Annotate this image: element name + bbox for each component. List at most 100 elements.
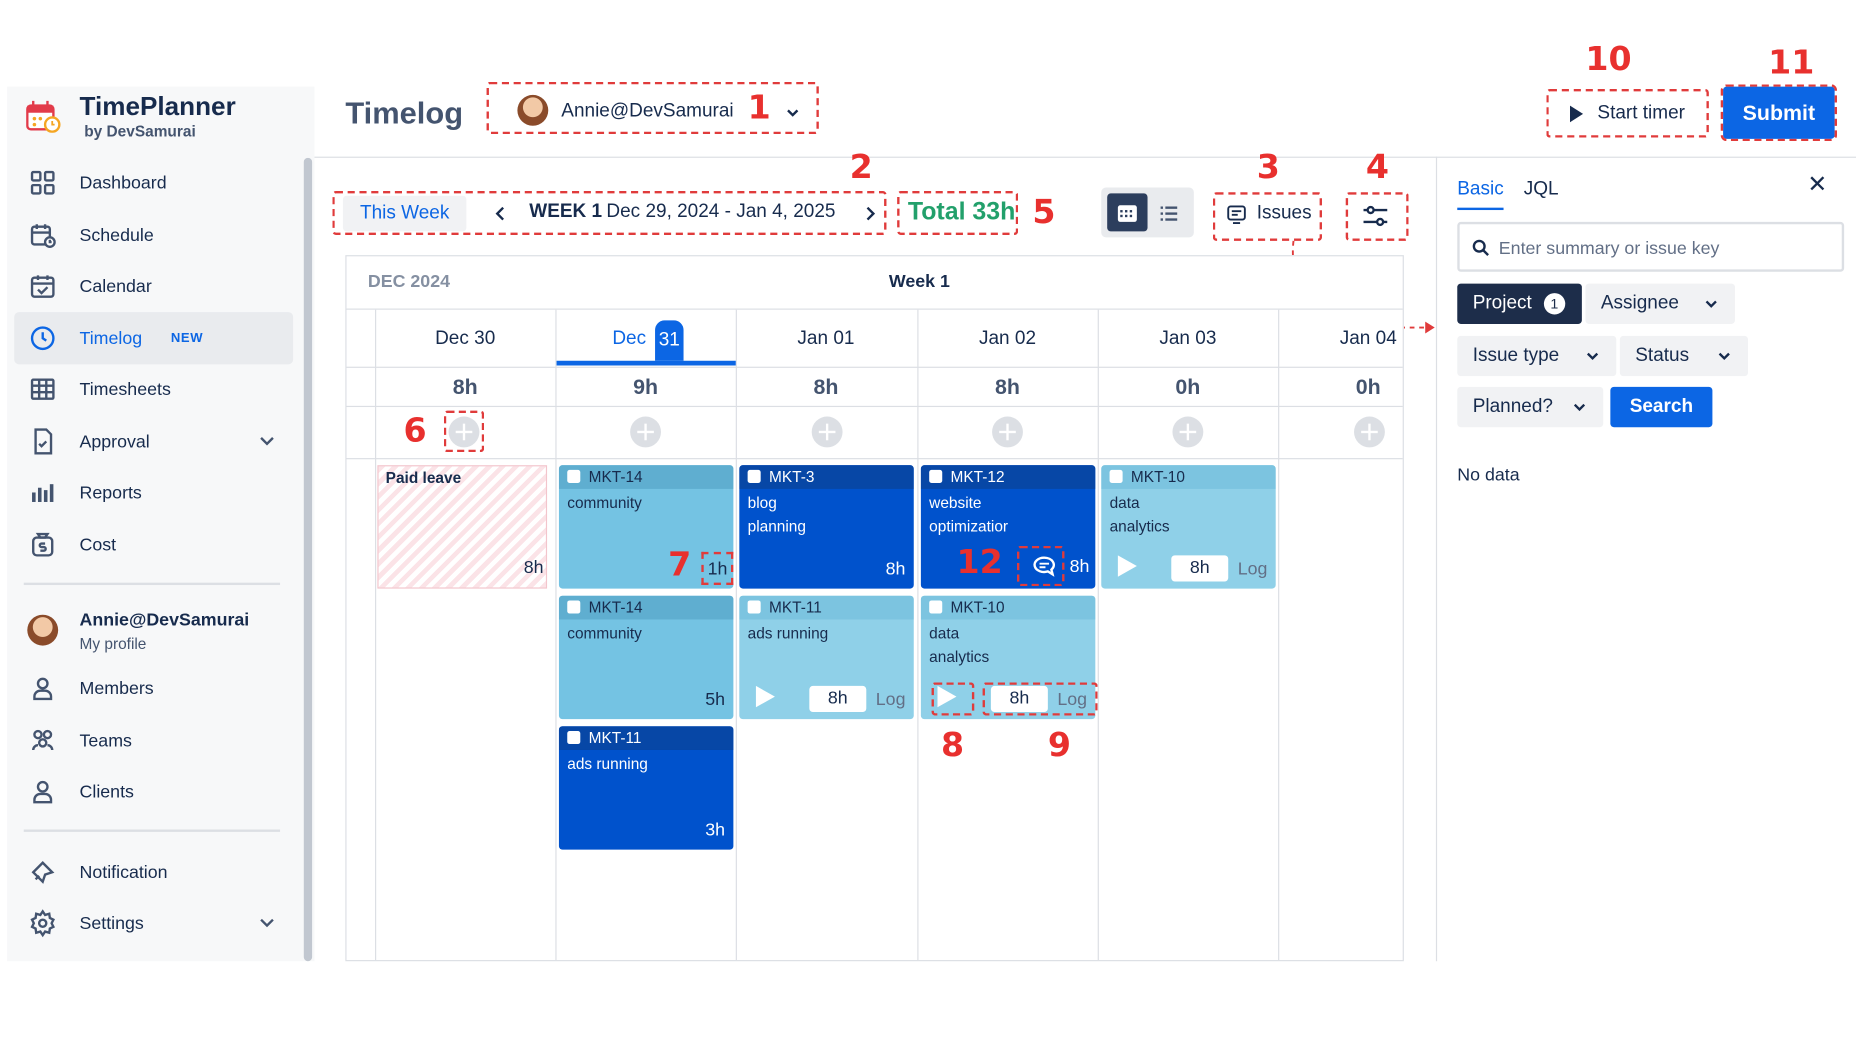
add-log-button[interactable] xyxy=(630,416,661,448)
worklog-card[interactable]: MKT-14 community 5h xyxy=(558,595,734,720)
sidebar-item-clients[interactable]: Clients xyxy=(14,765,293,817)
callout-5: 5 xyxy=(1032,192,1056,232)
chevron-right-icon[interactable] xyxy=(860,204,879,223)
sidebar-item-label: Settings xyxy=(79,913,144,934)
issue-summary: community xyxy=(567,493,642,512)
submit-button[interactable]: Submit xyxy=(1720,84,1838,142)
client-icon xyxy=(33,780,53,804)
sidebar-item-label: Teams xyxy=(79,730,132,751)
callout-3: 3 xyxy=(1256,147,1280,187)
app-vendor: by DevSamurai xyxy=(84,122,196,141)
add-log-button[interactable] xyxy=(1354,416,1385,448)
schedule-icon xyxy=(30,224,56,249)
week-title: Week 1 xyxy=(888,271,950,292)
checkbox-icon xyxy=(567,600,581,614)
add-log-button[interactable] xyxy=(448,416,480,448)
profile-name[interactable]: Annie@DevSamurai xyxy=(80,610,250,630)
avatar[interactable] xyxy=(27,614,59,646)
sidebar-item-timesheets[interactable]: Timesheets xyxy=(14,363,293,415)
sidebar-item-approval[interactable]: Approval xyxy=(14,415,293,467)
comment-icon[interactable] xyxy=(1032,555,1056,577)
hours-input[interactable]: 8h xyxy=(1171,555,1229,582)
project-filter[interactable]: Project 1 xyxy=(1457,283,1582,324)
chevron-down-icon[interactable] xyxy=(255,911,279,935)
play-icon[interactable] xyxy=(1117,555,1137,577)
hours-input[interactable]: 8h xyxy=(809,685,867,713)
planned-filter[interactable]: Planned? xyxy=(1457,386,1604,428)
worklog-card[interactable]: MKT-11 ads running 3h xyxy=(558,726,734,850)
worklog-card[interactable]: MKT-14 community 1h xyxy=(558,465,734,589)
tab-jql[interactable]: JQL xyxy=(1524,179,1559,200)
grid-line xyxy=(346,405,1403,408)
sidebar-divider xyxy=(23,582,281,586)
callout-9: 9 xyxy=(1047,725,1071,765)
worklog-hours[interactable]: 1h xyxy=(708,559,728,579)
sidebar-item-calendar[interactable]: Calendar xyxy=(14,260,293,312)
sidebar-item-timelog[interactable]: Timelog NEW xyxy=(14,312,294,365)
worklog-hours[interactable]: 3h xyxy=(705,820,725,840)
status-filter[interactable]: Status xyxy=(1619,335,1749,377)
sidebar-item-notification[interactable]: Notification xyxy=(14,846,293,898)
start-timer-label: Start timer xyxy=(1597,102,1685,123)
worklog-card[interactable]: MKT-12 website optimizatior 8h xyxy=(920,465,1096,589)
tab-basic[interactable]: Basic xyxy=(1457,179,1503,200)
sidebar-item-settings[interactable]: Settings xyxy=(14,897,293,949)
assignee-filter[interactable]: Assignee xyxy=(1585,283,1735,324)
issue-key: MKT-11 xyxy=(768,598,822,616)
log-highlight xyxy=(982,682,1098,716)
search-button[interactable]: Search xyxy=(1610,386,1713,428)
day-header: Jan 02 xyxy=(978,328,1037,349)
planned-card[interactable]: MKT-11 ads running 8h Log xyxy=(739,595,914,720)
start-timer-button[interactable]: Start timer xyxy=(1546,89,1709,138)
calendar-view-button[interactable] xyxy=(1107,193,1148,232)
callout-11: 11 xyxy=(1768,42,1815,82)
add-log-button[interactable] xyxy=(992,416,1023,448)
search-icon xyxy=(1472,239,1489,256)
sidebar-item-schedule[interactable]: Schedule xyxy=(14,209,293,261)
this-week-button[interactable]: This Week xyxy=(342,195,467,232)
checkbox-icon xyxy=(1109,469,1123,483)
bar-chart-icon xyxy=(32,484,54,502)
status-filter-label: Status xyxy=(1635,345,1690,366)
sidebar-item-label: Timelog xyxy=(79,328,143,349)
add-log-button[interactable] xyxy=(1172,416,1204,448)
sidebar-item-dashboard[interactable]: Dashboard xyxy=(14,157,293,209)
day-header: Dec xyxy=(612,328,647,349)
close-icon[interactable]: ✕ xyxy=(1807,170,1827,200)
sidebar-scrollbar[interactable] xyxy=(303,157,313,962)
calendar-grid-icon xyxy=(1117,205,1137,222)
paid-leave-block[interactable]: Paid leave 8h xyxy=(377,465,548,589)
table-icon xyxy=(30,378,55,400)
sidebar-item-teams[interactable]: Teams xyxy=(14,714,293,766)
log-button[interactable]: Log xyxy=(1238,559,1268,579)
sidebar-item-reports[interactable]: Reports xyxy=(14,466,293,518)
sidebar-item-label: Timesheets xyxy=(79,379,171,400)
sidebar-item-members[interactable]: Members xyxy=(14,662,293,714)
chevron-down-icon xyxy=(1705,300,1717,308)
worklog-hours[interactable]: 8h xyxy=(1070,557,1090,577)
issue-type-filter-label: Issue type xyxy=(1472,345,1560,366)
assignee-filter-label: Assignee xyxy=(1600,293,1679,314)
sidebar-item-cost[interactable]: Cost xyxy=(14,519,293,571)
chevron-left-icon[interactable] xyxy=(491,204,510,223)
play-icon[interactable] xyxy=(755,685,775,708)
checkbox-icon xyxy=(929,469,943,483)
planned-card[interactable]: MKT-10 data analytics 8h Log xyxy=(1101,465,1276,589)
worklog-hours[interactable]: 5h xyxy=(705,689,725,709)
issue-type-filter[interactable]: Issue type xyxy=(1457,335,1617,377)
day-total: 8h xyxy=(452,374,478,399)
day-header: Jan 03 xyxy=(1159,328,1217,349)
profile-link[interactable]: My profile xyxy=(80,635,147,653)
active-tab-indicator xyxy=(1457,207,1504,211)
worklog-card[interactable]: MKT-3 blog planning 8h xyxy=(739,465,914,589)
document-icon xyxy=(34,428,53,455)
log-button[interactable]: Log xyxy=(876,689,906,709)
add-log-button[interactable] xyxy=(811,416,843,448)
list-view-icon[interactable] xyxy=(1158,203,1179,224)
worklog-hours[interactable]: 8h xyxy=(886,559,906,579)
day-total: 8h xyxy=(995,374,1020,399)
project-count-badge: 1 xyxy=(1543,293,1566,315)
day-total: 0h xyxy=(1355,374,1381,399)
day-header: Jan 01 xyxy=(797,328,855,349)
chevron-down-icon[interactable] xyxy=(255,430,279,454)
